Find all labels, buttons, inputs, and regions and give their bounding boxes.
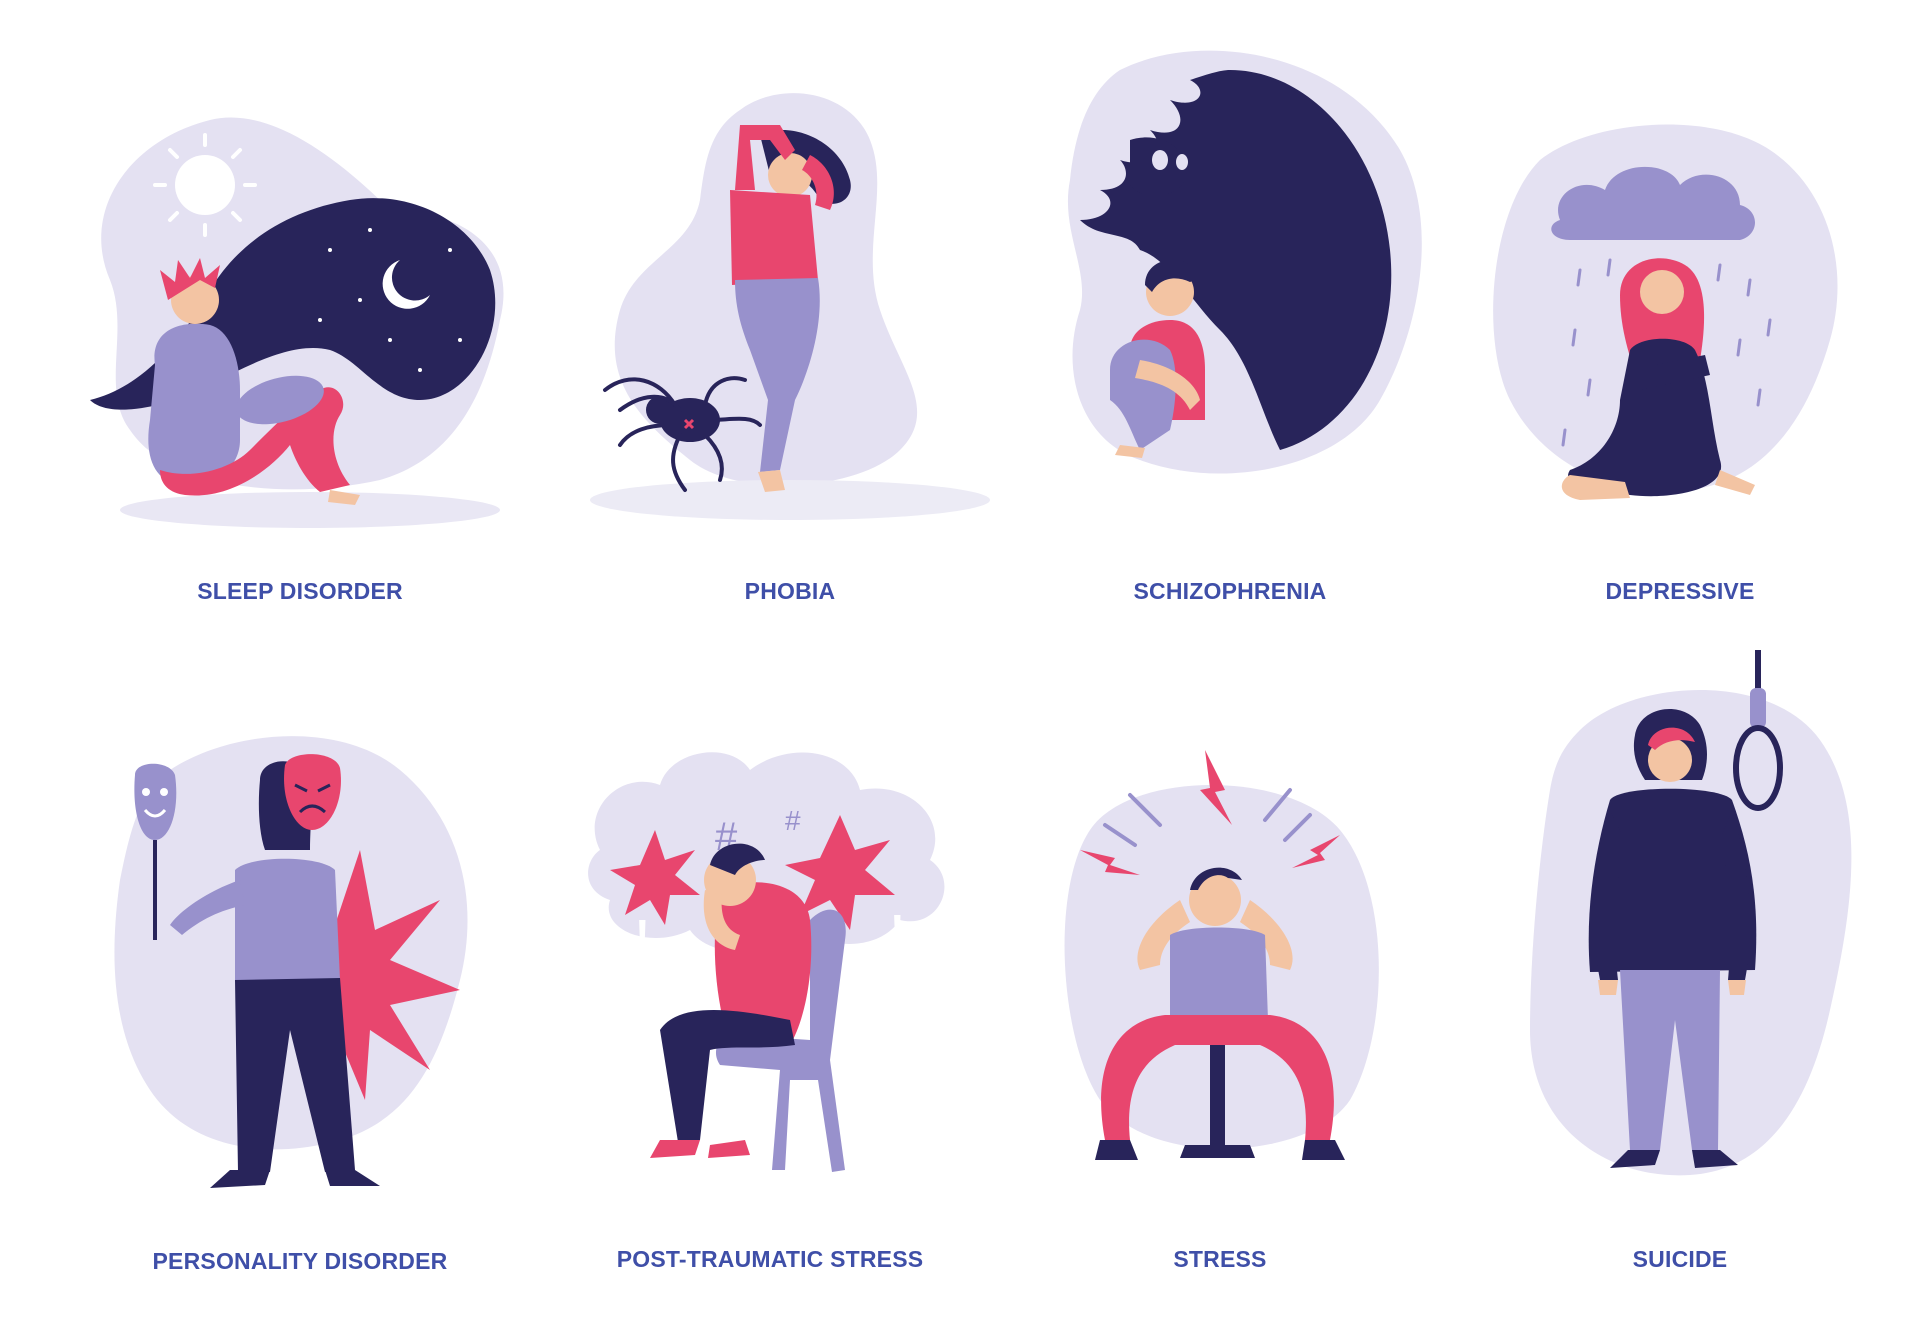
floor-shadow	[590, 480, 990, 520]
card-schizophrenia: SCHIZOPHRENIA	[1020, 30, 1440, 620]
sun-icon	[175, 155, 235, 215]
suicide-illustration	[1530, 650, 1852, 1176]
card-label: POST-TRAUMATIC STRESS	[616, 1246, 924, 1272]
body	[148, 323, 240, 486]
feet	[210, 1170, 380, 1188]
phobia-illustration	[590, 93, 990, 520]
head	[768, 153, 812, 197]
card-suicide: SUICIDE	[1470, 650, 1890, 1280]
sleep-disorder-illustration	[90, 117, 504, 528]
schizophrenia-illustration	[1067, 50, 1422, 474]
feet	[650, 1140, 750, 1158]
card-label: STRESS	[1173, 1246, 1267, 1272]
card-label: PERSONALITY DISORDER	[152, 1248, 448, 1274]
exclamation-icon: !	[635, 911, 650, 960]
post-traumatic-stress-illustration: # # ! !	[588, 752, 945, 1172]
card-label: SUICIDE	[1632, 1246, 1728, 1272]
legs	[660, 1010, 795, 1142]
card-label: SLEEP DISORDER	[197, 578, 403, 604]
illustration-grid: SLEEP DISORDER PHOBIA SCHIZOPHRENIA DEPR…	[0, 0, 1920, 1329]
depressive-illustration	[1493, 124, 1838, 500]
card-post-traumatic-stress: # # ! ! POST-TRAUMATIC STRESS	[560, 700, 980, 1280]
ghost-eye	[1152, 150, 1168, 170]
torso	[1170, 927, 1268, 1022]
torso	[730, 190, 818, 285]
torso	[235, 858, 340, 982]
hash-icon: #	[785, 805, 801, 836]
personality-disorder-illustration	[114, 736, 468, 1188]
floor-shadow	[120, 492, 500, 528]
card-label: PHOBIA	[744, 578, 836, 604]
card-label: SCHIZOPHRENIA	[1133, 578, 1327, 604]
card-label: DEPRESSIVE	[1605, 578, 1755, 604]
exclamation-icon: !	[890, 906, 905, 955]
card-sleep-disorder: SLEEP DISORDER	[90, 100, 510, 620]
head	[1640, 270, 1684, 314]
card-phobia: PHOBIA	[580, 80, 1000, 620]
ghost-eye	[1176, 154, 1188, 170]
card-personality-disorder: PERSONALITY DISORDER	[90, 700, 510, 1280]
card-stress: STRESS	[1010, 700, 1430, 1280]
card-depressive: DEPRESSIVE	[1470, 100, 1890, 620]
stress-illustration	[1064, 750, 1379, 1160]
